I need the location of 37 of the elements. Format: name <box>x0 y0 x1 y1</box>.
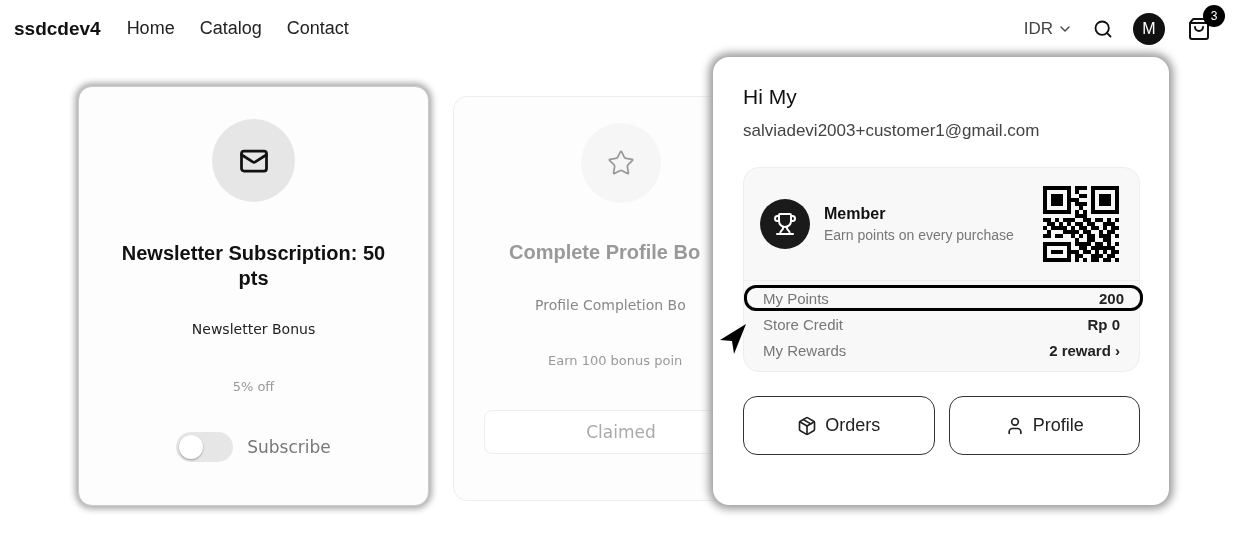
reward-subtitle: Newsletter Bonus <box>191 321 316 337</box>
tier-name: Member <box>824 205 887 223</box>
subscribe-toggle[interactable] <box>176 432 234 462</box>
reward-detail: Earn 100 bonus poin <box>547 353 683 368</box>
pointer-arrow-icon <box>718 322 748 355</box>
greeting: Hi My <box>743 85 798 109</box>
stat-row[interactable]: My Points 200 <box>744 285 1143 311</box>
orders-button[interactable]: Orders <box>743 396 935 455</box>
stat-value: 200 <box>1098 289 1124 307</box>
tier-note: Earn points on every purchase <box>824 227 1014 243</box>
toggle-label: Subscribe <box>247 437 331 457</box>
user-email: salviadevi2003+customer1@gmail.com <box>743 121 1041 141</box>
qr-code-icon <box>1043 186 1119 262</box>
cart-count-badge: 3 <box>1203 4 1225 27</box>
profile-button[interactable]: Profile <box>948 396 1140 455</box>
search-icon[interactable] <box>1093 18 1113 39</box>
nav-link[interactable]: Home <box>126 18 175 39</box>
package-icon <box>797 415 818 436</box>
nav-link[interactable]: Contact <box>286 18 349 39</box>
trophy-icon <box>760 199 810 249</box>
stat-label: My Rewards <box>763 341 847 359</box>
user-avatar[interactable]: M <box>1133 12 1165 45</box>
reward-subtitle: Profile Completion Bo <box>534 297 686 313</box>
currency-selector[interactable]: IDR <box>1023 18 1073 39</box>
stat-row[interactable]: Store Credit Rp 0 <box>744 311 1139 337</box>
stat-row[interactable]: My Rewards 2 reward › <box>744 337 1139 363</box>
bag-icon <box>1187 16 1211 41</box>
reward-title: Newsletter Subscription: 50 pts <box>120 241 387 291</box>
stat-value: 2 reward › <box>1049 341 1120 359</box>
stat-label: My Points <box>763 289 829 307</box>
stat-value: Rp 0 <box>1087 315 1120 333</box>
stat-label: Store Credit <box>763 315 844 333</box>
reward-detail: 5% off <box>232 379 275 394</box>
brand-logo[interactable]: ssdcdev4 <box>14 17 101 40</box>
reward-title: Complete Profile Bo <box>508 240 701 265</box>
nav-link[interactable]: Catalog <box>199 18 262 39</box>
star-icon <box>607 149 635 177</box>
